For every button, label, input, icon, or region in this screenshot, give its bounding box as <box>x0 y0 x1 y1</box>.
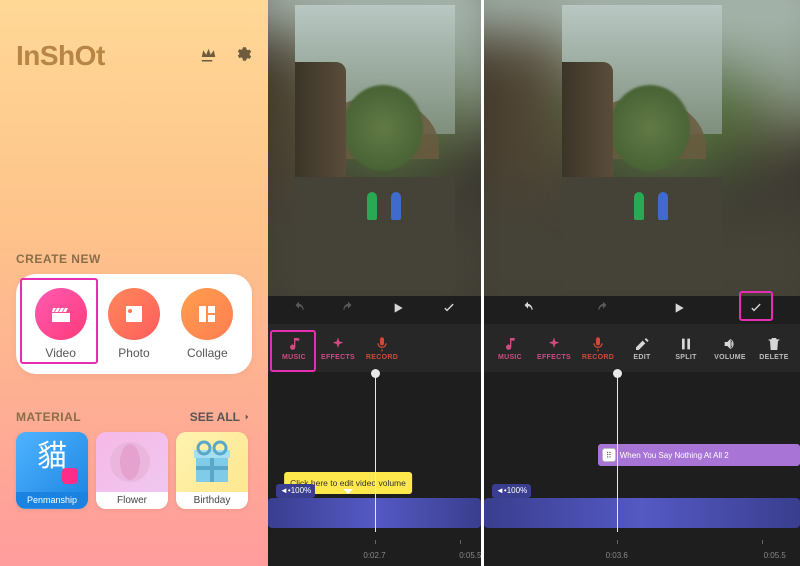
tool-delete-label: DELETE <box>759 354 788 361</box>
tool-edit[interactable]: EDIT <box>624 336 660 361</box>
tool-split-label: SPLIT <box>675 354 696 361</box>
create-new-card: Video Photo Collage <box>16 274 252 374</box>
video-track-right[interactable] <box>484 498 800 528</box>
microphone-icon <box>590 336 606 352</box>
tool-edit-label: EDIT <box>633 354 650 361</box>
gear-icon[interactable] <box>234 45 252 68</box>
sparkle-icon <box>330 336 346 352</box>
tick-left-1: 0:02.7 <box>363 551 385 560</box>
material-header: MATERIAL SEE ALL <box>16 410 252 424</box>
svg-text:+: + <box>297 337 301 344</box>
penmanship-image: 貓 <box>16 432 88 492</box>
tool-record-left-label: RECORD <box>366 354 398 361</box>
top-icons <box>198 45 252 68</box>
create-photo[interactable]: Photo <box>108 288 160 360</box>
tool-record-left[interactable]: RECORD <box>364 336 400 361</box>
tool-delete[interactable]: DELETE <box>756 336 792 361</box>
birthday-image <box>176 432 248 492</box>
audio-drag-handle[interactable]: ⠿ <box>602 448 616 462</box>
material-penmanship-label: Penmanship <box>16 492 88 508</box>
create-collage-label: Collage <box>187 346 228 360</box>
tool-effects-left-label: EFFECTS <box>321 354 355 361</box>
tool-volume[interactable]: VOLUME <box>712 336 748 361</box>
editors-container: + MUSIC EFFECTS RECORD Click here to edi… <box>268 0 800 566</box>
tool-record-right[interactable]: RECORD <box>580 336 616 361</box>
material-flower-label: Flower <box>96 492 168 509</box>
crown-icon[interactable] <box>198 45 216 68</box>
tool-music-left-label: MUSIC <box>282 354 306 361</box>
redo-icon-r[interactable] <box>596 301 610 320</box>
tool-music-right-label: MUSIC <box>498 354 522 361</box>
app-logo: InShOt <box>16 40 105 72</box>
volume-badge-right: ◄•100% <box>492 484 531 498</box>
tick-row-right: 0:03.6 0:05.5 <box>484 542 800 566</box>
tool-music-left[interactable]: + MUSIC <box>276 336 312 361</box>
collage-icon <box>181 288 233 340</box>
create-photo-label: Photo <box>118 346 149 360</box>
material-title: MATERIAL <box>16 410 81 424</box>
play-icon-r[interactable] <box>671 300 687 321</box>
material-birthday[interactable]: Birthday <box>176 432 248 509</box>
tick-right-2: 0:05.5 <box>764 551 786 560</box>
material-flower[interactable]: Flower <box>96 432 168 509</box>
tick-row-left: 0:02.7 0:05.5 <box>268 542 481 566</box>
undo-icon[interactable] <box>292 301 306 320</box>
playhead-right[interactable] <box>617 372 618 532</box>
tool-split[interactable]: SPLIT <box>668 336 704 361</box>
sidebar: InShOt CREATE NEW Video Phot <box>0 0 268 566</box>
material-row: 貓 Penmanship Flower Birthday <box>16 432 252 509</box>
see-all-label: SEE ALL <box>190 410 240 424</box>
controls-left <box>268 296 481 324</box>
image-icon <box>108 288 160 340</box>
chevron-right-icon <box>242 412 252 422</box>
preview-right[interactable] <box>484 0 800 296</box>
create-video[interactable]: Video <box>35 288 87 360</box>
audio-track[interactable]: ⠿ When You Say Nothing At All 2 <box>598 444 800 466</box>
tool-effects-right[interactable]: EFFECTS <box>536 336 572 361</box>
material-penmanship[interactable]: 貓 Penmanship <box>16 432 88 509</box>
play-icon[interactable] <box>390 300 406 321</box>
tool-volume-label: VOLUME <box>714 354 746 361</box>
flower-image <box>96 432 168 492</box>
sidebar-header: InShOt <box>16 40 252 72</box>
audio-title: When You Say Nothing At All 2 <box>620 451 729 460</box>
volume-badge-left: ◄•100% <box>276 484 315 498</box>
create-video-label: Video <box>45 346 75 360</box>
editor-right: MUSIC EFFECTS RECORD EDIT SPLIT VOLUME <box>481 0 800 566</box>
tick-left-2: 0:05.5 <box>459 551 481 560</box>
undo-icon-r[interactable] <box>521 301 535 320</box>
timeline-left[interactable]: Click here to edit video volume ◄•100% 0… <box>268 372 481 566</box>
speaker-icon <box>722 336 738 352</box>
controls-right <box>484 296 800 324</box>
music-note-icon: + <box>286 336 302 352</box>
material-birthday-label: Birthday <box>176 492 248 509</box>
tools-right: MUSIC EFFECTS RECORD EDIT SPLIT VOLUME <box>484 324 800 372</box>
playhead-left[interactable] <box>375 372 376 532</box>
check-icon-right[interactable] <box>748 303 764 320</box>
tool-music-right[interactable]: MUSIC <box>492 336 528 361</box>
create-new-title: CREATE NEW <box>16 252 252 266</box>
timeline-right[interactable]: ⠿ When You Say Nothing At All 2 ◄•100% 0… <box>484 372 800 566</box>
trash-icon <box>766 336 782 352</box>
music-note-icon <box>502 336 518 352</box>
redo-icon[interactable] <box>341 301 355 320</box>
tool-effects-right-label: EFFECTS <box>537 354 571 361</box>
microphone-icon <box>374 336 390 352</box>
tick-right-1: 0:03.6 <box>606 551 628 560</box>
create-collage[interactable]: Collage <box>181 288 233 360</box>
tool-record-right-label: RECORD <box>582 354 614 361</box>
check-icon-left[interactable] <box>441 300 457 321</box>
editor-left: + MUSIC EFFECTS RECORD Click here to edi… <box>268 0 481 566</box>
split-icon <box>678 336 694 352</box>
see-all-button[interactable]: SEE ALL <box>190 410 252 424</box>
sparkle-icon <box>546 336 562 352</box>
tools-left: + MUSIC EFFECTS RECORD <box>268 324 481 372</box>
pencil-icon <box>634 336 650 352</box>
tool-effects-left[interactable]: EFFECTS <box>320 336 356 361</box>
preview-left[interactable] <box>268 0 481 296</box>
clapperboard-icon <box>35 288 87 340</box>
